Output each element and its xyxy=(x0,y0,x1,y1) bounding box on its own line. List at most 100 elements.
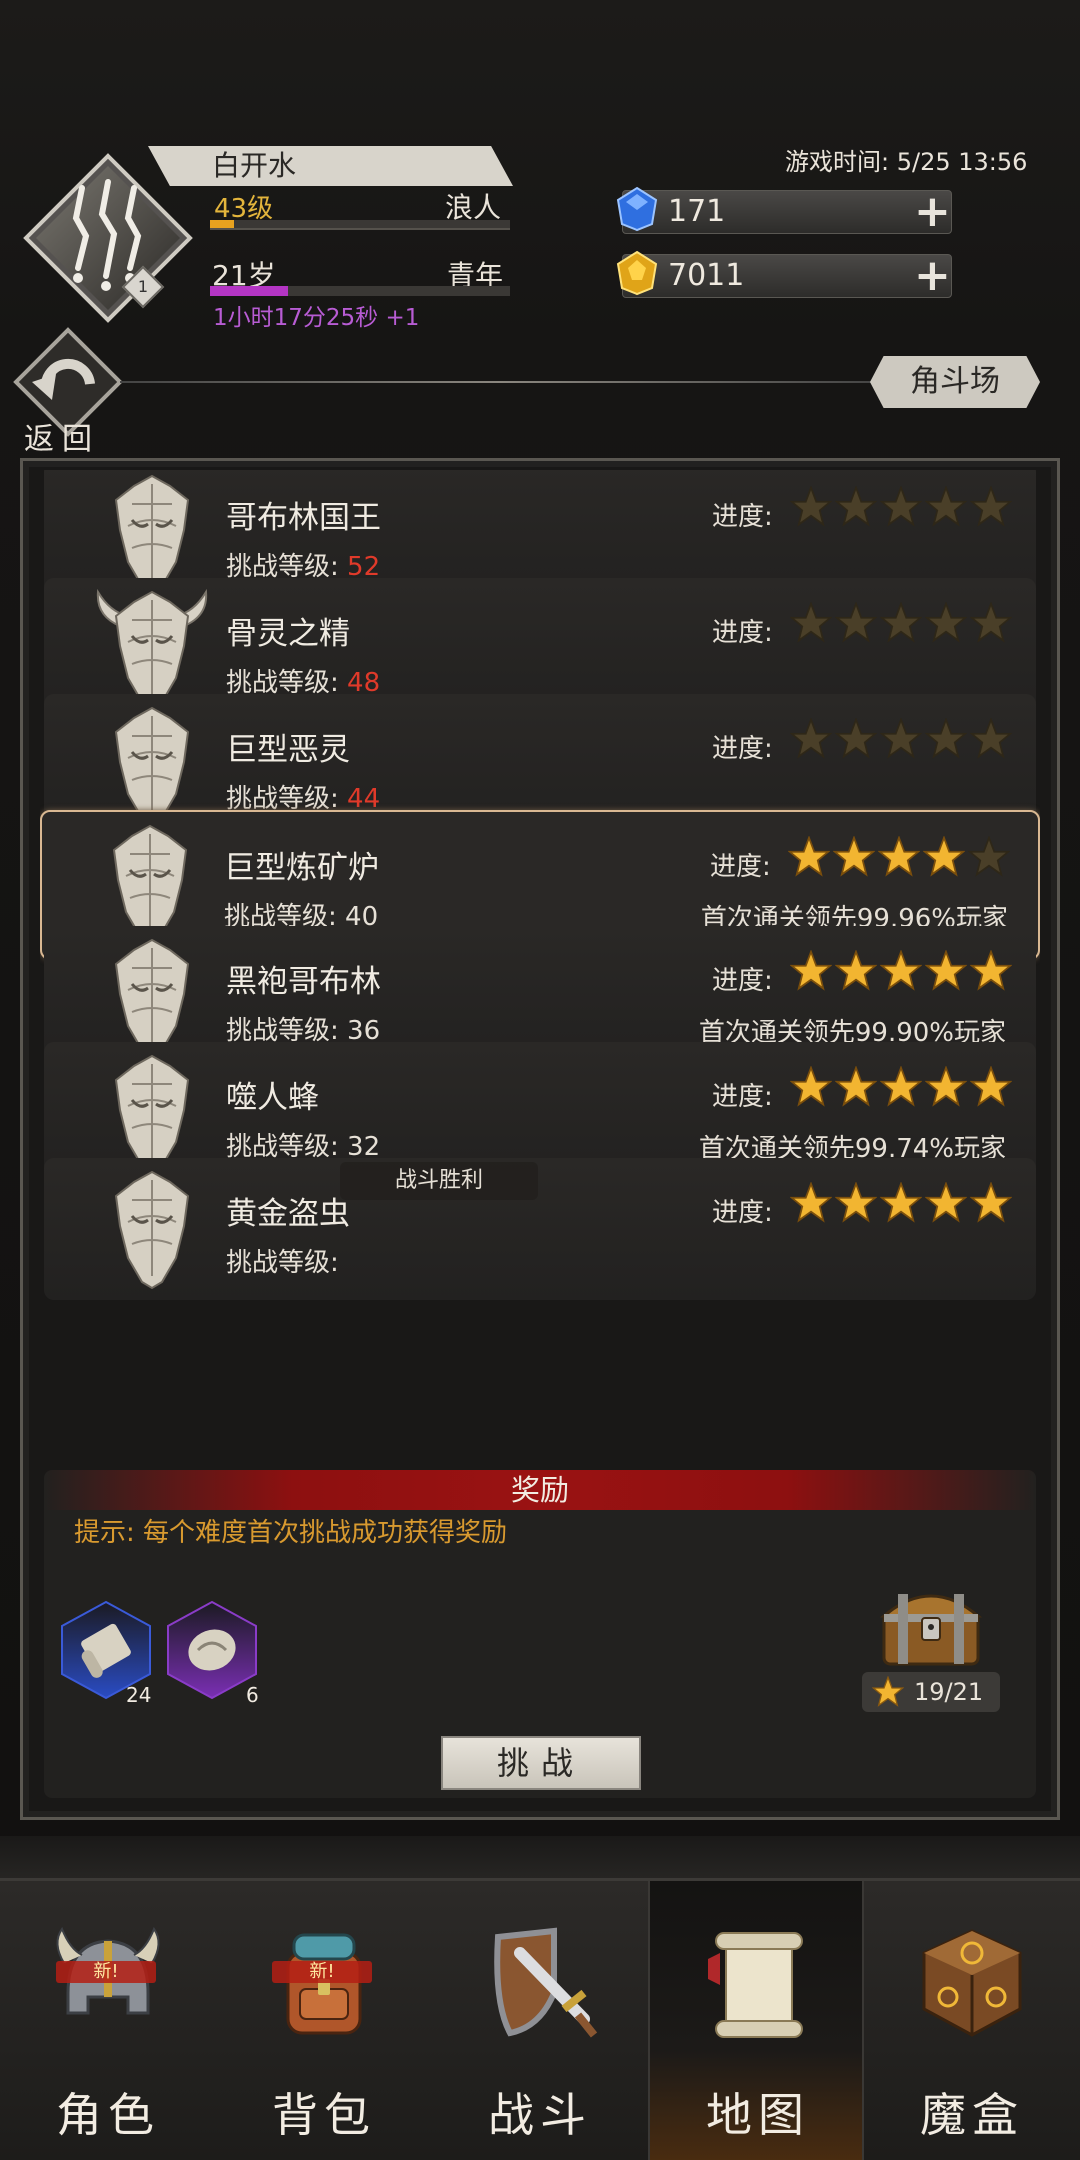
boss-name: 骨灵之精 xyxy=(226,616,350,652)
progress-label: 进度: xyxy=(712,1082,773,1112)
new-badge: 新! xyxy=(56,1961,156,1983)
star-empty-icon xyxy=(880,718,922,759)
reward-hint: 提示: 每个难度首次挑战成功获得奖励 xyxy=(74,1518,508,1548)
mask-item-count: 6 xyxy=(246,1683,259,1707)
star-total: 19/21 xyxy=(914,1678,984,1706)
star-icon xyxy=(872,1676,904,1707)
star-filled-icon xyxy=(970,950,1012,991)
progress-label: 进度: xyxy=(712,502,773,532)
boss-name: 巨型炼矿炉 xyxy=(224,850,379,886)
nav-item-magic-box[interactable]: 魔盒 xyxy=(864,1881,1080,2160)
nav-label-character: 角色 xyxy=(56,2088,160,2142)
gem-count: 171 xyxy=(668,194,726,229)
star-filled-icon xyxy=(925,950,967,991)
scroll-item-count: 24 xyxy=(126,1683,152,1707)
boss-name: 哥布林国王 xyxy=(226,500,381,536)
exp-bar xyxy=(210,220,510,230)
star-filled-icon xyxy=(970,1182,1012,1223)
star-filled-icon xyxy=(835,950,877,991)
nav-label-backpack: 背包 xyxy=(272,2088,376,2142)
nav-item-battle[interactable]: 战斗 xyxy=(432,1881,648,2160)
nav-label-map: 地图 xyxy=(706,2088,810,2142)
add-gems-button[interactable]: + xyxy=(914,190,951,234)
star-filled-icon xyxy=(880,1066,922,1107)
nav-label-magic-box: 魔盒 xyxy=(920,2088,1024,2142)
age-bar xyxy=(210,286,510,296)
name-plate xyxy=(148,146,513,186)
gold-gem-icon xyxy=(616,250,658,296)
challenge-level: 挑战等级: xyxy=(226,1242,339,1279)
nav-item-map[interactable]: 地图 xyxy=(648,1881,864,2160)
star-empty-icon xyxy=(835,486,877,527)
progress-stars xyxy=(790,1182,1012,1226)
star-empty-icon xyxy=(970,718,1012,759)
star-filled-icon xyxy=(880,950,922,991)
nav-separator xyxy=(0,1836,1080,1878)
progress-stars xyxy=(790,950,1012,994)
star-filled-icon xyxy=(833,836,875,877)
star-filled-icon xyxy=(925,1066,967,1107)
star-empty-icon xyxy=(925,486,967,527)
nav-item-backpack[interactable]: 新! 背包 xyxy=(216,1881,432,2160)
progress-stars xyxy=(790,486,1012,530)
challenge-button[interactable]: 挑战 xyxy=(441,1736,641,1790)
star-filled-icon xyxy=(880,1182,922,1223)
star-empty-icon xyxy=(880,602,922,643)
challenge-level-label: 挑战等级: xyxy=(226,1248,339,1278)
progress-label: 进度: xyxy=(712,966,773,996)
back-label[interactable]: 返回 xyxy=(24,414,100,458)
star-empty-icon xyxy=(835,718,877,759)
game-time: 游戏时间: 5/25 13:56 xyxy=(785,148,1028,176)
star-filled-icon xyxy=(790,1182,832,1223)
star-filled-icon xyxy=(923,836,965,877)
star-filled-icon xyxy=(878,836,920,877)
bottom-nav: 新! 角色 新! 背包 战斗 地图 魔盒 xyxy=(0,1878,1080,2160)
add-gold-button[interactable]: + xyxy=(914,254,951,298)
map-scroll-icon xyxy=(708,1932,803,2038)
nav-label-battle: 战斗 xyxy=(488,2088,592,2142)
progress-label: 进度: xyxy=(712,734,773,764)
star-filled-icon xyxy=(790,1066,832,1107)
class-level-badge-text: 1 xyxy=(137,277,149,296)
star-filled-icon xyxy=(835,1182,877,1223)
gold-count: 7011 xyxy=(668,258,745,293)
boss-name: 黑袍哥布林 xyxy=(226,964,381,1000)
game-screen: { "player": { "name": "白开水", "level": "4… xyxy=(0,0,1080,2160)
star-empty-icon xyxy=(790,486,832,527)
helmet-icon xyxy=(56,1926,160,2015)
arena-button[interactable]: 角斗场 xyxy=(870,356,1040,408)
mask-item-icon[interactable] xyxy=(166,1600,258,1700)
boss-list[interactable]: 哥布林国王 挑战等级: 52 进度: 骨灵之精 挑战等级: 48 进度: 巨型恶灵 挑战等级:… xyxy=(40,470,1040,1465)
progress-stars xyxy=(788,836,1010,880)
star-filled-icon xyxy=(788,836,830,877)
battle-result-toast: 战斗胜利 xyxy=(340,1162,538,1200)
star-filled-icon xyxy=(790,950,832,991)
progress-label: 进度: xyxy=(710,852,771,882)
star-empty-icon xyxy=(925,718,967,759)
sword-shield-icon xyxy=(494,1927,598,2038)
age-bar-fill xyxy=(210,286,288,296)
boss-card[interactable]: 黄金盗虫挑战等级: 进度: xyxy=(44,1158,1036,1300)
star-filled-icon xyxy=(970,1066,1012,1107)
star-filled-icon xyxy=(835,1066,877,1107)
backpack-icon xyxy=(286,1933,362,2035)
star-empty-icon xyxy=(790,602,832,643)
reward-title: 奖励 xyxy=(44,1470,1036,1510)
age-timer: 1小时17分25秒 +1 xyxy=(213,305,420,331)
progress-label: 进度: xyxy=(712,1198,773,1228)
star-total-badge: 19/21 xyxy=(862,1672,1000,1712)
star-empty-icon xyxy=(925,602,967,643)
boss-name: 噬人蜂 xyxy=(226,1080,319,1116)
blue-gem-icon xyxy=(616,186,658,232)
treasure-chest-icon[interactable] xyxy=(876,1580,986,1670)
star-empty-icon xyxy=(790,718,832,759)
magic-cube-icon xyxy=(922,1929,1022,2037)
nav-item-character[interactable]: 新! 角色 xyxy=(0,1881,216,2160)
progress-stars xyxy=(790,1066,1012,1110)
new-badge: 新! xyxy=(272,1961,372,1983)
boss-name: 黄金盗虫 xyxy=(226,1196,350,1232)
star-empty-icon xyxy=(835,602,877,643)
header-divider xyxy=(120,381,880,383)
progress-label: 进度: xyxy=(712,618,773,648)
star-empty-icon xyxy=(880,486,922,527)
